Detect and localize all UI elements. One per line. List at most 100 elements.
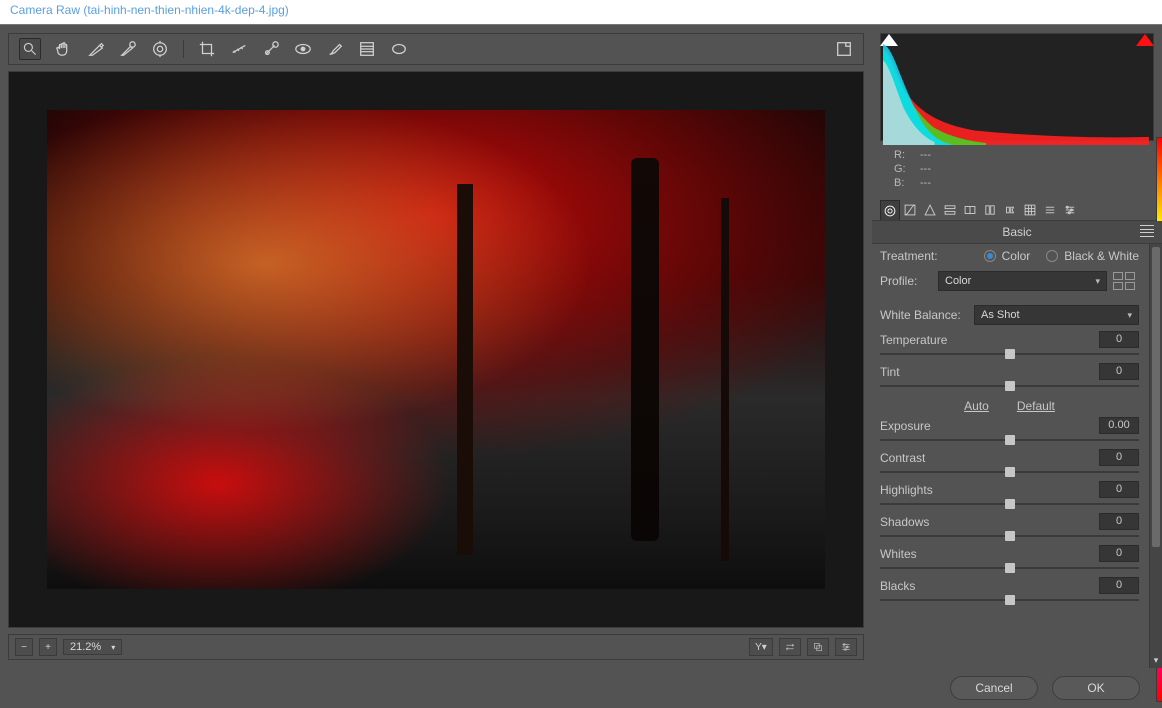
shadows-value[interactable]: 0 [1099,513,1139,530]
default-link[interactable]: Default [1017,399,1055,413]
copy-settings-button[interactable] [807,638,829,656]
contrast-slider: Contrast 0 [880,449,1154,477]
tab-effects[interactable] [1000,200,1020,220]
main-row: − + 21.2% ▾ Y▾ [0,25,1162,668]
tab-lens-corrections[interactable] [980,200,1000,220]
highlights-label: Highlights [880,483,933,497]
tab-detail[interactable] [920,200,940,220]
tab-presets[interactable] [1040,200,1060,220]
exposure-track[interactable] [880,435,1139,445]
shadows-slider: Shadows0 [880,513,1154,541]
app-frame: − + 21.2% ▾ Y▾ [0,24,1162,708]
white-balance-value: As Shot [981,309,1020,321]
tint-value[interactable]: 0 [1099,363,1139,380]
white-balance-tool-icon[interactable] [87,40,105,58]
highlights-track[interactable] [880,499,1139,509]
treatment-color-radio[interactable] [984,250,996,262]
whites-value[interactable]: 0 [1099,545,1139,562]
panel-scrollbar[interactable]: ▾ [1149,244,1162,668]
adjustment-brush-tool-icon[interactable] [326,40,344,58]
panel-title: Basic [1002,225,1031,239]
temperature-value[interactable]: 0 [1099,331,1139,348]
zoom-level-select[interactable]: 21.2% ▾ [63,639,122,655]
b-label: B: [894,177,908,189]
g-value: --- [920,163,931,175]
g-label: G: [894,163,908,175]
treatment-bw-label: Black & White [1064,249,1139,263]
auto-link[interactable]: Auto [964,399,989,413]
shadows-track[interactable] [880,531,1139,541]
radial-filter-tool-icon[interactable] [390,40,408,58]
blacks-slider: Blacks 0 [880,577,1154,605]
profile-row: Profile: Color ▾ [880,271,1154,291]
blacks-track[interactable] [880,595,1139,605]
rgb-readout: R:--- G:--- B:--- [872,145,1162,197]
profile-value: Color [945,275,971,287]
treatment-bw-radio[interactable] [1046,250,1058,262]
profile-browser-icon[interactable] [1113,271,1139,291]
red-eye-tool-icon[interactable] [294,40,312,58]
tint-track[interactable] [880,381,1139,391]
zoom-tool-icon[interactable] [19,38,41,60]
temperature-slider: Temperature0 [880,331,1154,359]
ok-button[interactable]: OK [1052,676,1140,700]
highlights-value[interactable]: 0 [1099,481,1139,498]
r-label: R: [894,149,908,161]
toggle-default-settings-button[interactable] [835,638,857,656]
window-title: Camera Raw (tai-hinh-nen-thien-nhien-4k-… [10,3,289,17]
graduated-filter-tool-icon[interactable] [358,40,376,58]
blacks-value[interactable]: 0 [1099,577,1139,594]
treatment-row: Treatment: Color Black & White [880,249,1154,263]
contrast-track[interactable] [880,467,1139,477]
cancel-button[interactable]: Cancel [950,676,1038,700]
scroll-down-icon[interactable]: ▾ [1152,655,1160,667]
tab-snapshots[interactable] [1060,200,1080,220]
preferences-icon[interactable] [835,40,853,58]
histogram[interactable] [880,33,1154,141]
chevron-down-icon: ▾ [1127,310,1132,321]
straighten-tool-icon[interactable] [230,40,248,58]
separator-icon [183,40,184,58]
preview-bottom-bar: − + 21.2% ▾ Y▾ [8,634,864,660]
exposure-value[interactable]: 0.00 [1099,417,1139,434]
b-value: --- [920,177,931,189]
profile-select[interactable]: Color ▾ [938,271,1107,291]
contrast-value[interactable]: 0 [1099,449,1139,466]
panel-menu-icon[interactable] [1140,225,1154,237]
temperature-track[interactable] [880,349,1139,359]
targeted-adjustment-tool-icon[interactable] [151,40,169,58]
zoom-in-button[interactable]: + [39,638,57,656]
profile-label: Profile: [880,274,932,288]
swap-before-after-button[interactable] [779,638,801,656]
exposure-slider: Exposure 0.00 [880,417,1154,445]
tab-calibration[interactable] [1020,200,1040,220]
auto-default-row: Auto Default [880,399,1154,413]
image-surrogate [47,110,825,589]
chevron-down-icon: ▾ [111,643,115,652]
scrollbar-thumb[interactable] [1152,247,1160,547]
image-preview[interactable] [8,71,864,628]
tab-hsl[interactable] [940,200,960,220]
right-panel: R:--- G:--- B:--- Basic [872,25,1162,668]
chevron-down-icon: ▾ [1095,276,1100,287]
contrast-label: Contrast [880,451,925,465]
blacks-label: Blacks [880,579,915,593]
before-after-toggle[interactable]: Y▾ [749,638,773,656]
zoom-out-button[interactable]: − [15,638,33,656]
panel-tabstrip [872,197,1162,221]
tint-slider: Tint0 [880,363,1154,391]
white-balance-label: White Balance: [880,308,968,322]
white-balance-select[interactable]: As Shot ▾ [974,305,1139,325]
zoom-level-value: 21.2% [70,641,101,653]
spot-removal-tool-icon[interactable] [262,40,280,58]
exposure-label: Exposure [880,419,931,433]
treatment-color-label: Color [1002,249,1031,263]
toolbar [8,33,864,65]
whites-track[interactable] [880,563,1139,573]
tab-basic[interactable] [880,200,900,220]
crop-tool-icon[interactable] [198,40,216,58]
color-sampler-tool-icon[interactable] [119,40,137,58]
tab-split-toning[interactable] [960,200,980,220]
tab-tone-curve[interactable] [900,200,920,220]
hand-tool-icon[interactable] [55,40,73,58]
